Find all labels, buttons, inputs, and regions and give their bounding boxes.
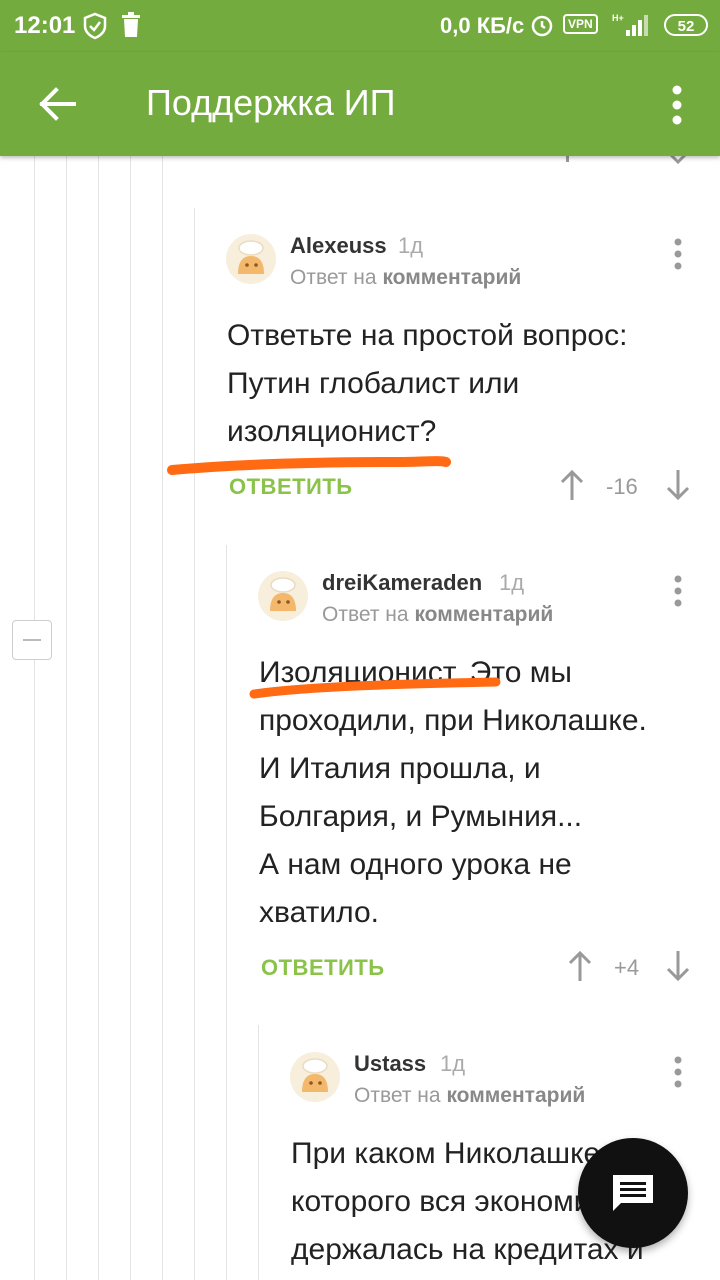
thread-line	[258, 1025, 259, 1280]
thread-line	[98, 156, 99, 1280]
status-bar: 12:01 0,0 КБ/с VPN H+ 52	[0, 0, 720, 52]
chat-icon	[613, 1175, 653, 1211]
arrow-down-icon[interactable]	[664, 949, 692, 983]
reply-to-link[interactable]: комментарий	[414, 603, 553, 626]
comment-line: Болгария, и Румыния...	[259, 800, 583, 833]
reply-to-label: Ответ на комментарий	[290, 266, 522, 289]
new-comment-fab[interactable]	[578, 1138, 688, 1248]
avatar[interactable]	[290, 1052, 340, 1102]
reply-to-label: Ответ на комментарий	[322, 603, 554, 626]
page-title: Поддержка ИП	[146, 82, 396, 123]
alarm-icon	[531, 15, 553, 37]
arrow-left-icon[interactable]	[32, 82, 82, 126]
comment-body: Ответьте на простой вопрос: Путин глобал…	[227, 312, 667, 456]
thread-line	[34, 156, 35, 1280]
battery-indicator: 52	[664, 14, 708, 36]
comment-age: 1д	[499, 570, 525, 595]
thread-line	[194, 208, 195, 1280]
arrow-down-icon[interactable]	[664, 468, 692, 502]
reply-button[interactable]: ОТВЕТИТЬ	[261, 955, 385, 981]
arrow-up-icon[interactable]	[558, 468, 586, 502]
vpn-badge: VPN	[563, 14, 598, 34]
comment-author[interactable]: Alexeuss	[290, 233, 387, 259]
comment-author[interactable]: dreiKameraden	[322, 570, 482, 596]
thread-line	[162, 156, 163, 1280]
comment-age: 1д	[440, 1051, 466, 1076]
svg-text:H+: H+	[612, 13, 624, 23]
comment-line: хватило.	[259, 896, 379, 929]
comment-menu-icon[interactable]	[668, 1055, 688, 1089]
network-speed: 0,0 КБ/с	[440, 13, 525, 38]
comment-line: И Италия прошла, и	[259, 752, 541, 785]
reply-to-link[interactable]: комментарий	[382, 266, 521, 289]
comment-author[interactable]: Ustass	[354, 1051, 426, 1077]
status-time: 12:01	[14, 12, 76, 39]
thread-line	[226, 545, 227, 1280]
comment-menu-icon[interactable]	[668, 237, 688, 271]
thread-line	[130, 156, 131, 1280]
avatar[interactable]	[258, 571, 308, 621]
reply-button[interactable]: ОТВЕТИТЬ	[229, 474, 353, 500]
shield-check-icon	[83, 12, 107, 40]
signal-icon: H+	[612, 13, 648, 36]
reply-to-label: Ответ на комментарий	[354, 1084, 586, 1107]
app-bar: Поддержка ИП	[0, 52, 720, 156]
comment-menu-icon[interactable]	[668, 574, 688, 608]
comment-score: +4	[614, 955, 640, 980]
comment-line: Ответьте на простой вопрос:	[227, 319, 628, 352]
comment-line: А нам одного урока не	[259, 848, 572, 881]
reply-to-link[interactable]: комментарий	[446, 1084, 585, 1107]
comment-score: -16	[606, 474, 638, 499]
comment-body: Изоляционист. Это мы проходили, при Нико…	[259, 649, 699, 937]
arrow-up-icon[interactable]	[566, 949, 594, 983]
comment-line: Изоляционист. Это мы	[259, 656, 572, 689]
avatar[interactable]	[226, 234, 276, 284]
comment-line: Путин глобалист или	[227, 367, 520, 400]
comment-line: проходили, при Николашке.	[259, 704, 647, 737]
thread-line	[66, 156, 67, 1280]
trash-icon	[122, 12, 140, 37]
comment-age: 1д	[398, 233, 424, 258]
comment-line: изоляционист?	[227, 415, 437, 448]
more-vertical-icon[interactable]	[660, 80, 694, 130]
collapse-thread-button[interactable]	[12, 620, 52, 660]
